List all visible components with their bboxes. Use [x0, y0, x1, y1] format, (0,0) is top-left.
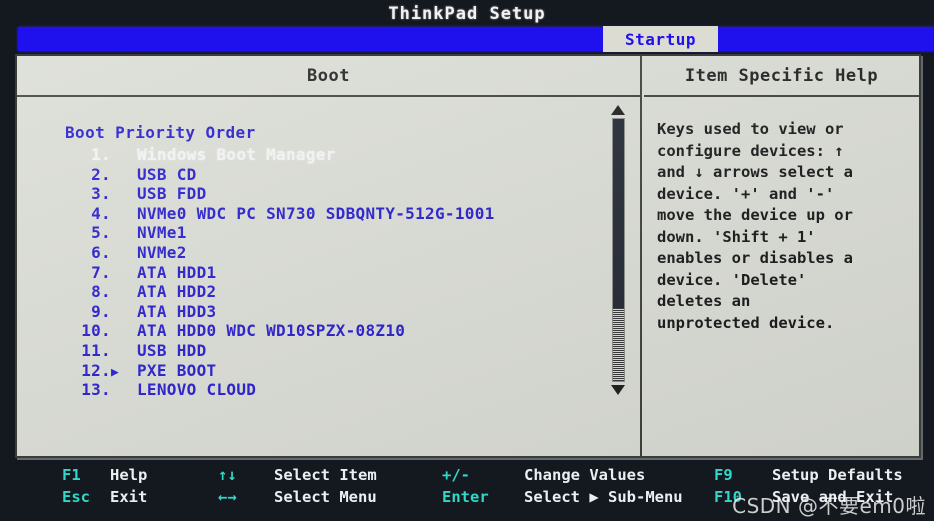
submenu-arrow-icon: ▶	[111, 364, 120, 380]
boot-item-label: ATA HDD3	[137, 301, 217, 321]
function-key-description: Select Item	[274, 466, 377, 484]
boot-item-label: PXE BOOT	[137, 360, 217, 380]
tab-startup[interactable]: Startup	[603, 26, 718, 52]
boot-item-label: NVMe1	[137, 223, 187, 243]
window-title-bar: ThinkPad Setup	[0, 0, 934, 28]
help-pane-header: Item Specific Help	[644, 56, 919, 97]
help-text-line: enables or disables a	[657, 249, 853, 267]
boot-list-item[interactable]: 4. NVMe0 WDC PC SN730 SDBQNTY-512G-1001	[65, 204, 610, 224]
boot-item-index: 10.	[81, 321, 111, 341]
boot-pane-body: Boot Priority Order 1. Windows Boot Manag…	[17, 97, 640, 456]
function-key-description: Save and Exit	[772, 488, 894, 506]
boot-item-label: ATA HDD1	[137, 262, 217, 282]
boot-item-index: 2.	[91, 164, 111, 184]
boot-item-label: NVMe0 WDC PC SN730 SDBQNTY-512G-1001	[137, 203, 495, 223]
boot-list-item[interactable]: 1. Windows Boot Manager	[65, 145, 610, 165]
page-title: ThinkPad Setup	[388, 4, 546, 24]
boot-list-item[interactable]: 10. ATA HDD0 WDC WD10SPZX-08Z10	[65, 321, 610, 341]
boot-item-index: 5.	[91, 223, 111, 243]
item-specific-help-pane: Item Specific Help Keys used to view or c…	[644, 56, 919, 456]
function-key-description: Exit	[110, 488, 148, 506]
boot-item-label: LENOVO CLOUD	[137, 380, 257, 400]
boot-item-label: ATA HDD2	[137, 282, 217, 302]
scrollbar-thumb[interactable]	[612, 119, 624, 308]
menu-bar: Startup	[18, 26, 934, 52]
boot-item-index: 8.	[91, 282, 111, 302]
function-key-label[interactable]: F9	[714, 466, 772, 484]
boot-item-label: ATA HDD0 WDC WD10SPZX-08Z10	[137, 321, 406, 341]
boot-item-label: USB FDD	[137, 184, 207, 204]
function-key-label[interactable]: F1	[62, 466, 110, 484]
help-text-line: unprotected device.	[657, 313, 835, 332]
help-text-line: down. 'Shift + 1'	[657, 227, 816, 246]
boot-list-item[interactable]: 8. ATA HDD2	[65, 282, 610, 302]
boot-list-item[interactable]: 3. USB FDD	[65, 184, 610, 204]
help-text-line: deletes an	[657, 292, 751, 310]
boot-list-item[interactable]: 11. USB HDD	[65, 341, 610, 361]
function-key-label[interactable]: ↑↓	[218, 466, 274, 484]
function-key-description: Help	[110, 466, 148, 484]
boot-item-index: 7.	[91, 262, 111, 282]
boot-item-index: 6.	[91, 242, 111, 262]
boot-item-label: Windows Boot Manager	[137, 145, 336, 164]
boot-list-wrap: Boot Priority Order 1. Windows Boot Manag…	[17, 97, 640, 456]
boot-list-scrollbar[interactable]	[610, 105, 626, 395]
help-text-line: move the device up or	[657, 206, 853, 224]
boot-item-index: 1.	[91, 145, 111, 164]
boot-priority-list[interactable]: 1. Windows Boot Manager 2. USB CD 3. USB FDD 4…	[65, 145, 610, 400]
help-text-line: Keys used to view or	[657, 120, 844, 138]
boot-list-item[interactable]: 12. ▶ PXE BOOT	[65, 361, 610, 381]
scroll-up-arrow-icon[interactable]	[611, 105, 625, 115]
boot-pane-title: Boot	[307, 65, 350, 86]
scroll-down-arrow-icon[interactable]	[611, 385, 625, 395]
function-key-label[interactable]: +/-	[442, 466, 524, 484]
boot-pane: Boot Boot Priority Order 1. Windows Boot …	[17, 56, 642, 456]
boot-item-index: 13.	[81, 380, 111, 400]
function-key-label[interactable]: ←→	[218, 488, 274, 506]
function-key-grid: F1 Help ↑↓ Select Item +/- Change Values F9 Set…	[62, 464, 903, 508]
boot-item-label: USB HDD	[137, 340, 207, 360]
help-pane-body: Keys used to view or configure devices: ↑…	[644, 97, 919, 334]
function-key-label[interactable]: Enter	[442, 488, 524, 506]
scrollbar-track[interactable]	[611, 118, 625, 382]
function-key-bar: F1 Help ↑↓ Select Item +/- Change Values F9 Set…	[0, 462, 934, 521]
boot-list-item[interactable]: 13. LENOVO CLOUD	[65, 380, 610, 400]
boot-item-index: 11.	[81, 340, 111, 360]
boot-item-index: 3.	[91, 184, 111, 204]
function-key-label[interactable]: F10	[714, 488, 772, 506]
function-key-description: Setup Defaults	[772, 466, 903, 484]
boot-list-item[interactable]: 9. ATA HDD3	[65, 302, 610, 322]
boot-list-item[interactable]: 7. ATA HDD1	[65, 263, 610, 283]
boot-list-item[interactable]: 6. NVMe2	[65, 243, 610, 263]
boot-priority-order-heading: Boot Priority Order	[65, 123, 256, 142]
tab-startup-label: Startup	[625, 29, 696, 49]
boot-item-label: USB CD	[137, 164, 197, 184]
boot-list-item[interactable]: 5. NVMe1	[65, 223, 610, 243]
boot-pane-header: Boot	[17, 56, 640, 97]
function-key-description: Select ▶ Sub-Menu	[524, 488, 683, 506]
function-key-label[interactable]: Esc	[62, 488, 110, 506]
content-frame: Boot Boot Priority Order 1. Windows Boot …	[15, 54, 921, 458]
help-text-line: and ↓ arrows select a	[657, 163, 853, 181]
help-text-line: device. 'Delete'	[657, 270, 807, 289]
function-key-description: Change Values	[524, 466, 646, 484]
boot-item-index: 9.	[91, 301, 111, 321]
bios-setup-screen: ThinkPad Setup Startup Boot Boot Priorit…	[0, 0, 934, 521]
help-pane-title: Item Specific Help	[684, 65, 879, 86]
boot-item-index: 12.	[81, 360, 111, 380]
function-key-description: Select Menu	[274, 488, 377, 506]
help-text-line: device. '+' and '-'	[657, 184, 835, 203]
boot-item-index: 4.	[91, 203, 111, 223]
boot-item-label: NVMe2	[137, 242, 187, 262]
boot-list-item[interactable]: 2. USB CD	[65, 165, 610, 185]
help-text-line: configure devices: ↑	[657, 141, 844, 160]
